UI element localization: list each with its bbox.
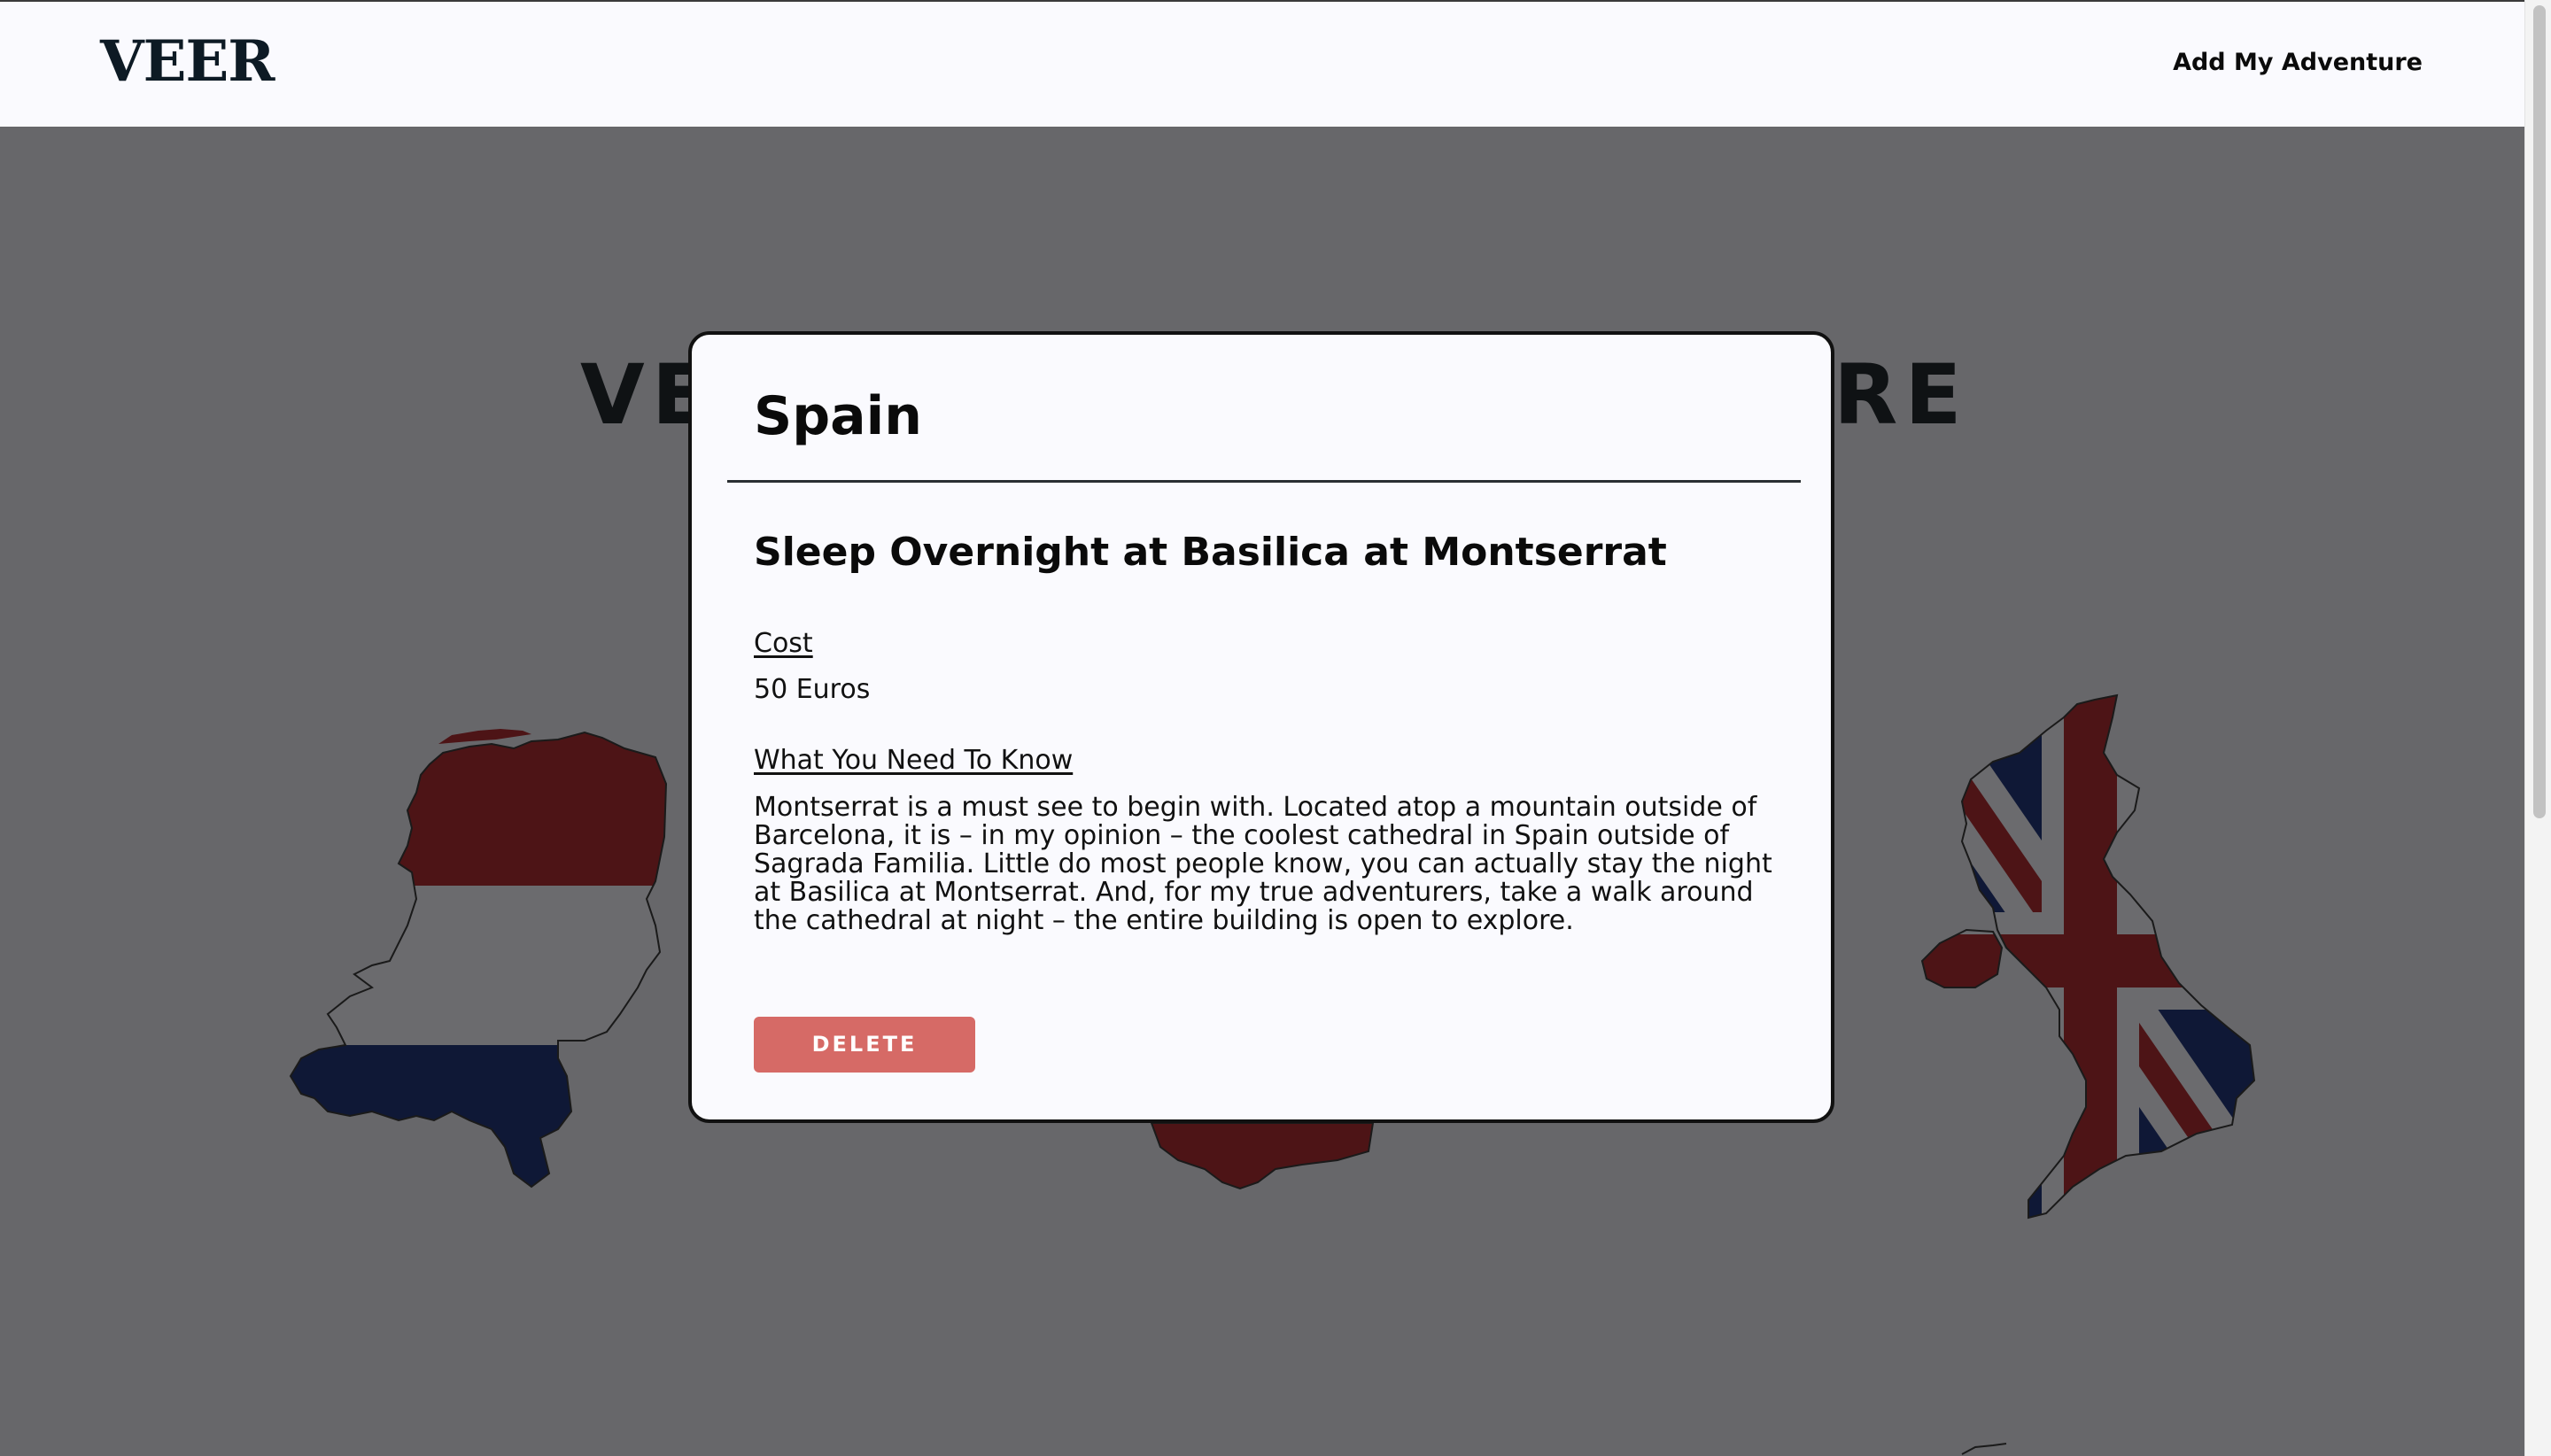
scrollbar-thumb[interactable] (2533, 5, 2546, 818)
page-viewport: VE RE VEER Add My Adventure Spain Sleep … (0, 0, 2524, 1456)
netherlands-map[interactable] (266, 722, 682, 1200)
island-map (1961, 1443, 2007, 1455)
adventure-title: Sleep Overnight at Basilica at Montserra… (754, 530, 1667, 575)
cost-value: 50 Euros (754, 674, 871, 705)
cost-label: Cost (754, 628, 813, 659)
adventure-modal: Spain Sleep Overnight at Basilica at Mon… (688, 331, 1834, 1123)
background-heading-right: RE (1834, 347, 1969, 444)
modal-country-title: Spain (754, 385, 922, 447)
navbar: VEER Add My Adventure (0, 2, 2524, 127)
delete-button[interactable]: DELETE (754, 1017, 975, 1073)
modal-divider (727, 480, 1801, 483)
what-you-need-to-know-label: What You Need To Know (754, 745, 1074, 776)
brand-logo[interactable]: VEER (100, 34, 275, 90)
window-top-border (0, 0, 2551, 2)
adventure-description: Montserrat is a must see to begin with. … (754, 792, 1772, 936)
add-my-adventure-link[interactable]: Add My Adventure (2173, 50, 2423, 74)
united-kingdom-map[interactable] (1896, 691, 2268, 1231)
